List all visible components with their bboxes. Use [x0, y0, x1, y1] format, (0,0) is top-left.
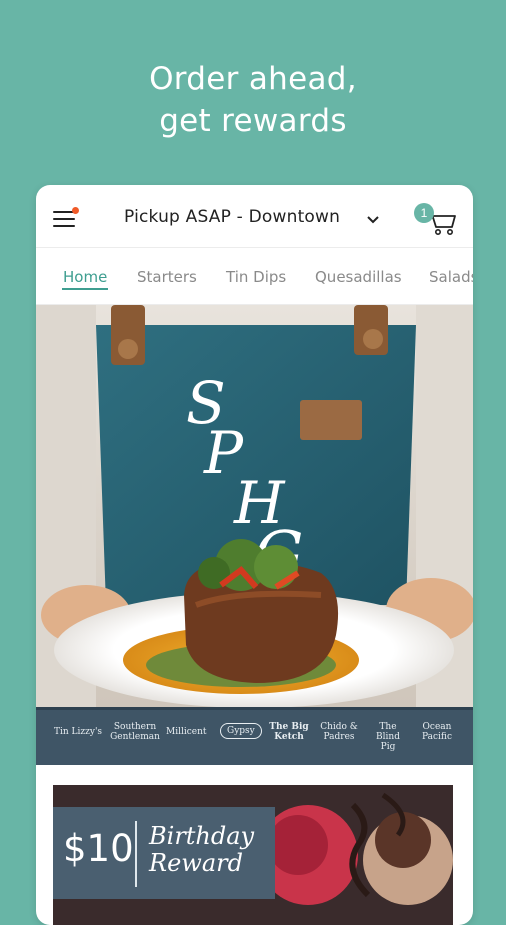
content-spacer — [36, 765, 473, 785]
tab-home[interactable]: Home — [63, 268, 107, 286]
cart-count-badge: 1 — [414, 203, 434, 223]
notification-dot — [72, 207, 79, 214]
brand-logo-southern-gentleman: Southern Gentleman — [110, 722, 160, 742]
hero-image: S P H G — [36, 305, 473, 707]
tab-quesadillas[interactable]: Quesadillas — [315, 268, 402, 286]
promo-line-1: Order ahead, — [149, 61, 357, 97]
tab-starters[interactable]: Starters — [137, 268, 197, 286]
birthday-reward-card[interactable]: $10 Birthday Reward — [53, 785, 453, 925]
tab-salads[interactable]: Salads — [429, 268, 473, 286]
brand-logo-tin-lizzys: Tin Lizzy's — [54, 727, 103, 737]
brand-logo-gypsy: Gypsy — [220, 723, 262, 739]
tab-tin-dips[interactable]: Tin Dips — [226, 268, 286, 286]
app-screen: Pickup ASAP - Downtown 1 Home Starters T… — [36, 185, 473, 925]
reward-divider — [135, 821, 137, 887]
cart-button[interactable]: 1 — [412, 203, 458, 237]
brand-logo-chido-padres: Chido & Padres — [320, 722, 358, 742]
hamburger-menu-icon[interactable] — [53, 207, 79, 229]
brand-logo-millicent: Millicent — [166, 727, 207, 737]
top-bar: Pickup ASAP - Downtown 1 — [36, 185, 473, 248]
active-tab-indicator — [62, 288, 108, 290]
promo-headline: Order ahead, get rewards — [0, 58, 506, 142]
brand-logo-strip: Tin Lizzy's Southern Gentleman Millicent… — [36, 707, 473, 768]
brand-logo-ocean-pacific: Ocean Pacific — [422, 722, 452, 742]
brand-logo-the-blind-pig: The Blind Pig — [376, 722, 400, 752]
reward-amount: $10 — [63, 827, 134, 870]
reward-title: Birthday Reward — [149, 822, 255, 877]
chef-plate-photo: S P H G — [36, 305, 473, 707]
chevron-down-icon[interactable] — [366, 215, 380, 225]
brand-logo-the-big-ketch: The Big Ketch — [269, 722, 309, 742]
location-selector[interactable]: Pickup ASAP - Downtown — [124, 207, 340, 227]
promo-line-2: get rewards — [159, 103, 347, 139]
category-tabs: Home Starters Tin Dips Quesadillas Salad… — [36, 248, 473, 305]
